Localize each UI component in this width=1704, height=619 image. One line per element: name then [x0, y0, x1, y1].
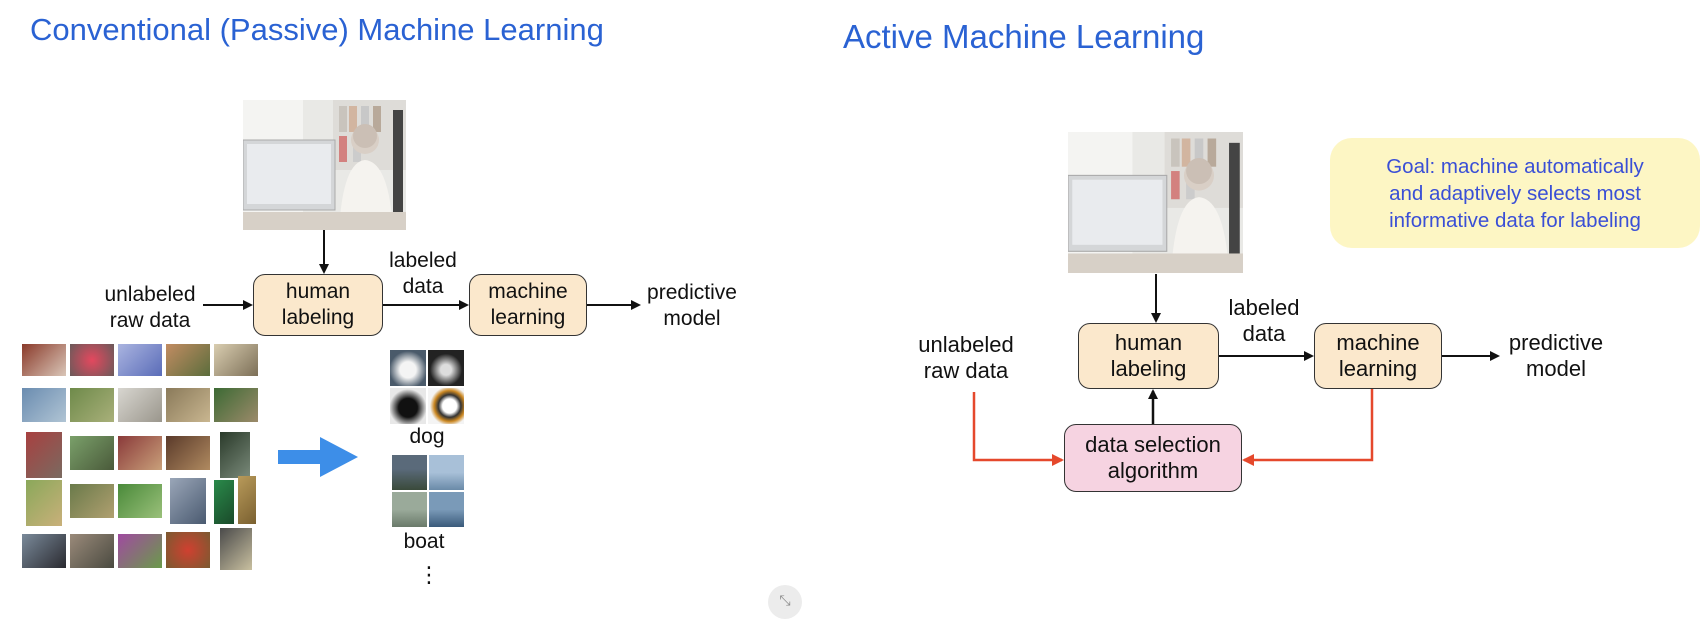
raw-to-selection-arrow	[972, 392, 1064, 466]
fullscreen-exit-icon[interactable]: ⤡	[768, 585, 802, 619]
diagram-arrows	[203, 230, 1500, 466]
ml-to-selection-arrow	[1242, 389, 1374, 466]
